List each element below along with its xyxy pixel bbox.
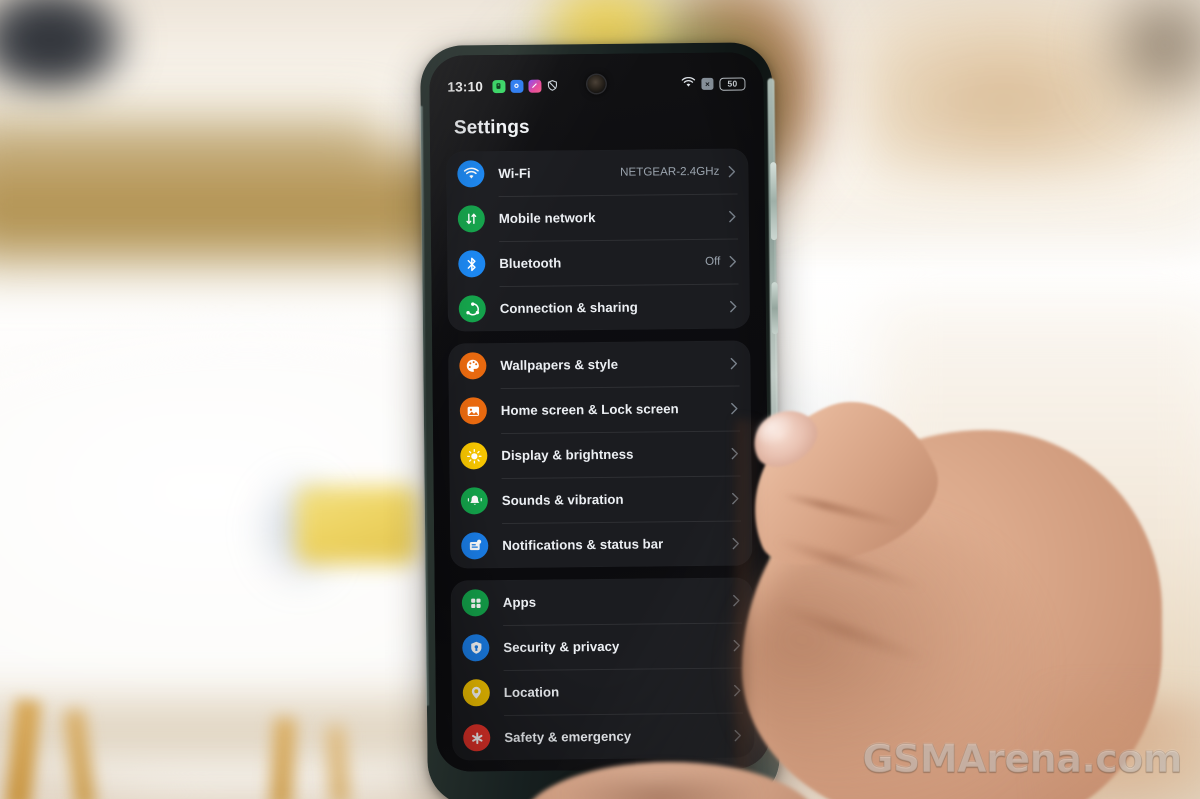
wifi-icon [681, 75, 696, 93]
page-title: Settings [453, 116, 530, 139]
status-bar-clock: 13:10 [447, 78, 484, 95]
settings-group-personalization: Wallpapers & style Home screen & Lock sc… [448, 340, 753, 569]
settings-row-label: Connection & sharing [499, 299, 638, 317]
settings-row-value: NETGEAR-2.4GHz [620, 164, 720, 179]
background-top-right-dark [1090, 0, 1200, 120]
settings-row-sounds-vibration[interactable]: Sounds & vibration [450, 475, 752, 523]
status-bar-notification-icons [491, 79, 559, 93]
settings-row-wallpapers-style[interactable]: Wallpapers & style [448, 340, 750, 388]
settings-row-location[interactable]: Location [452, 667, 754, 715]
chevron-right-icon [731, 447, 739, 459]
settings-row-label: Home screen & Lock screen [500, 401, 679, 419]
settings-row-label: Bluetooth [499, 255, 562, 272]
notifications-icon [461, 532, 489, 560]
apps-grid-icon [461, 589, 490, 617]
chevron-right-icon [733, 594, 740, 606]
chevron-right-icon [732, 492, 739, 504]
settings-row-display-brightness[interactable]: Display & brightness [449, 430, 751, 478]
bluetooth-icon [458, 250, 486, 278]
chevron-right-icon [733, 639, 741, 651]
connection-sharing-icon [458, 295, 486, 323]
chevron-right-icon [732, 537, 739, 549]
chevron-right-icon [730, 357, 738, 369]
smartphone: 13:10 × 50 Settings Wi-Fi NETGEAR-2.4GHz… [419, 42, 782, 799]
settings-row-value: Off [704, 254, 721, 268]
bell-sound-icon [460, 487, 488, 515]
settings-row-label: Mobile network [498, 210, 596, 227]
settings-row-label: Display & brightness [501, 446, 634, 464]
front-camera-punch-hole [587, 74, 606, 94]
vpn-shield-icon [546, 79, 559, 92]
settings-row-security-privacy[interactable]: Security & privacy [451, 622, 753, 670]
background-yellow-object [296, 486, 418, 564]
settings-row-mobile-network[interactable]: Mobile network [447, 193, 749, 241]
settings-row-label: Security & privacy [503, 638, 620, 656]
settings-group-connectivity: Wi-Fi NETGEAR-2.4GHz Mobile network Blue… [446, 148, 751, 332]
settings-row-label: Wi-Fi [498, 165, 531, 182]
settings-row-label: Apps [502, 594, 537, 611]
app-icon-blue [509, 79, 524, 93]
settings-row-wifi[interactable]: Wi-Fi NETGEAR-2.4GHz [446, 148, 748, 196]
power-button[interactable] [771, 282, 779, 335]
wifi-icon [457, 160, 485, 188]
alarm-badge-icon: × [701, 77, 714, 90]
chevron-right-icon [731, 402, 738, 414]
location-pin-icon [462, 679, 490, 707]
phone-screen: 13:10 × 50 Settings Wi-Fi NETGEAR-2.4GHz… [429, 52, 771, 772]
gsmarena-watermark: GSMArena.com [862, 737, 1183, 782]
settings-row-notifications-status-bar[interactable]: Notifications & status bar [450, 520, 752, 568]
status-bar-system-icons: × 50 [681, 74, 746, 93]
settings-list[interactable]: Wi-Fi NETGEAR-2.4GHz Mobile network Blue… [430, 148, 770, 771]
settings-group-system: Apps Security & privacy Location Safety … [450, 577, 755, 761]
settings-row-connection-sharing[interactable]: Connection & sharing [448, 283, 750, 331]
settings-row-label: Sounds & vibration [501, 491, 624, 509]
background-dark-object [0, 0, 130, 100]
settings-row-label: Safety & emergency [504, 728, 632, 746]
palette-icon [459, 352, 487, 380]
settings-row-bluetooth[interactable]: Bluetooth Off [447, 238, 749, 286]
brightness-sun-icon [460, 442, 488, 470]
chevron-right-icon [730, 300, 737, 312]
chevron-right-icon [729, 255, 737, 267]
battery-indicator: 50 [719, 76, 746, 91]
chevron-right-icon [734, 729, 741, 741]
settings-row-apps[interactable]: Apps [451, 577, 753, 625]
volume-rocker-button[interactable] [770, 162, 778, 241]
mobile-network-icon [457, 205, 485, 233]
safety-emergency-icon [463, 724, 491, 752]
chevron-right-icon [734, 684, 741, 696]
settings-row-label: Wallpapers & style [500, 356, 619, 374]
app-icon-pink [527, 79, 542, 93]
chevron-right-icon [729, 210, 736, 222]
app-icon-green [491, 79, 506, 93]
settings-row-safety-emergency[interactable]: Safety & emergency [452, 712, 754, 760]
settings-row-home-lock-screen[interactable]: Home screen & Lock screen [449, 385, 751, 433]
settings-row-label: Location [503, 684, 560, 701]
security-shield-icon [462, 634, 490, 662]
chevron-right-icon [728, 165, 736, 177]
background-table-leg [269, 717, 297, 799]
settings-row-label: Notifications & status bar [502, 536, 664, 554]
home-lock-screen-icon [459, 397, 487, 425]
